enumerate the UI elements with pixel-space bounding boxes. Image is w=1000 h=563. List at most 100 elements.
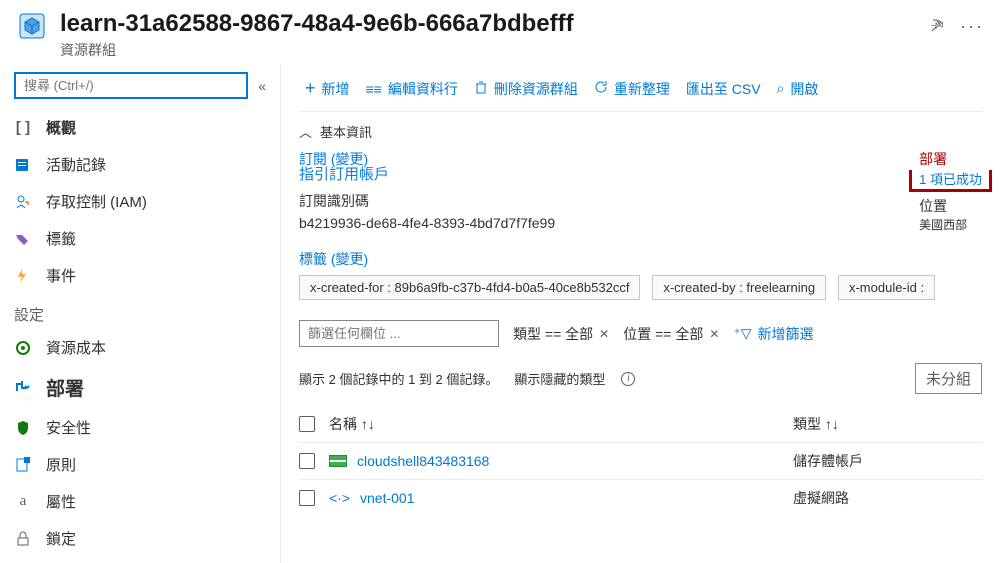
add-filter-button[interactable]: ⁺▽新增篩選 [733,324,813,344]
highlight-underline [909,189,992,192]
filter-bar: 類型 == 全部✕ 位置 == 全部✕ ⁺▽新增篩選 [299,306,982,355]
highlight-left [909,170,912,192]
tag-pill[interactable]: x-created-by : freelearning [652,275,826,300]
deployments-icon [14,379,32,397]
highlight-right [989,170,992,192]
sidebar: « [ ] 概觀 活動記錄 存取控制 (IAM) 標籤 事件 設定 資源成本 [0,64,281,563]
chevron-up-icon: ︿ [299,122,312,141]
sidebar-item-cost[interactable]: 資源成本 [0,329,280,366]
resources-table: 名稱 ↑↓ 類型 ↑↓ cloudshell843483168 儲存體帳戶 <·… [299,402,982,516]
tags-edit-link[interactable]: 標籤 (變更) [299,249,368,269]
table-row[interactable]: <·> vnet-001 虛擬網路 [299,479,982,516]
select-all-checkbox[interactable] [299,416,315,432]
plus-icon: + [305,78,316,99]
records-summary: 顯示 2 個記錄中的 1 到 2 個記錄。 [299,369,498,388]
location-filter[interactable]: 位置 == 全部✕ [623,324,719,344]
delete-button[interactable]: 刪除資源群組 [468,75,584,103]
sidebar-item-label: 安全性 [46,417,91,438]
deployments-link[interactable]: 1 項已成功 [919,169,982,188]
collapse-sidebar-icon[interactable]: « [258,78,266,94]
subscription-label: 訂閱 (變更) 指引訂用帳戶 [299,149,555,169]
storage-account-icon [329,455,347,467]
col-type[interactable]: 類型 ↑↓ [793,414,982,434]
export-csv-button[interactable]: 匯出至 CSV [680,75,767,103]
command-bar: +新增 ≡≡編輯資料行 刪除資源群組 重新整理 匯出至 CSV ⌕開啟 [299,64,982,112]
filter-input[interactable] [299,320,499,347]
activity-log-icon [14,156,32,174]
row-checkbox[interactable] [299,490,315,506]
subscription-link[interactable]: 指引訂用帳戶 [299,163,389,184]
sidebar-item-tags[interactable]: 標籤 [0,220,280,257]
vnet-icon: <·> [329,490,350,506]
edit-columns-button[interactable]: ≡≡編輯資料行 [360,75,464,103]
tag-pill[interactable]: x-module-id : [838,275,935,300]
refresh-button[interactable]: 重新整理 [588,75,676,103]
lock-icon [14,530,32,548]
type-filter[interactable]: 類型 == 全部✕ [513,324,609,344]
sidebar-item-label: 標籤 [46,228,76,249]
clear-icon[interactable]: ✕ [709,327,719,341]
columns-icon: ≡≡ [366,81,382,97]
resource-type: 儲存體帳戶 [793,451,982,471]
location-label: 位置 [919,196,982,216]
records-summary-row: 顯示 2 個記錄中的 1 到 2 個記錄。 顯示隱藏的類型 i 未分組 [299,355,982,402]
open-query-button[interactable]: ⌕開啟 [771,75,825,103]
sidebar-item-locks[interactable]: 鎖定 [0,520,280,557]
add-filter-icon: ⁺▽ [733,325,751,342]
tag-icon [14,230,32,248]
essentials-panel: 訂閱 (變更) 指引訂用帳戶 訂閱識別碼 b4219936-de68-4fe4-… [299,147,982,243]
sidebar-item-policies[interactable]: 原則 [0,446,280,483]
tags-section: 標籤 (變更) x-created-for : 89b6a9fb-c37b-4f… [299,243,982,306]
events-icon [14,267,32,285]
sidebar-item-label: 資源成本 [46,337,106,358]
essentials-toggle[interactable]: ︿ 基本資訊 [299,112,982,147]
row-checkbox[interactable] [299,453,315,469]
sidebar-item-deployments[interactable]: 部署 [0,366,280,409]
table-header: 名稱 ↑↓ 類型 ↑↓ [299,406,982,442]
cost-icon [14,339,32,357]
resource-group-icon [16,10,48,42]
table-row[interactable]: cloudshell843483168 儲存體帳戶 [299,442,982,479]
sidebar-item-label: 原則 [46,454,76,475]
sidebar-item-events[interactable]: 事件 [0,257,280,294]
resource-type: 虛擬網路 [793,488,982,508]
sidebar-item-security[interactable]: 安全性 [0,409,280,446]
more-icon[interactable]: ··· [960,16,984,37]
overview-icon: [ ] [14,119,32,137]
sidebar-item-iam[interactable]: 存取控制 (IAM) [0,183,280,220]
shield-icon [14,419,32,437]
deployments-label: 部署 [919,149,982,169]
sidebar-item-label: 屬性 [46,491,76,512]
sidebar-item-label: 概觀 [46,117,76,138]
properties-icon: a [14,493,32,511]
trash-icon [474,80,488,97]
policy-icon [14,456,32,474]
sidebar-item-label: 活動記錄 [46,154,106,175]
pin-icon[interactable] [930,17,946,36]
open-icon: ⌕ [777,80,785,97]
main-content: +新增 ≡≡編輯資料行 刪除資源群組 重新整理 匯出至 CSV ⌕開啟 ︿ 基本… [281,64,1000,563]
sidebar-section-settings: 設定 [0,294,280,329]
sidebar-item-label: 存取控制 (IAM) [46,191,147,212]
page-subtitle: 資源群組 [60,40,918,60]
search-input[interactable] [14,72,248,99]
iam-icon [14,193,32,211]
resource-link[interactable]: vnet-001 [360,490,414,506]
resource-link[interactable]: cloudshell843483168 [357,453,489,469]
sidebar-item-label: 鎖定 [46,528,76,549]
add-button[interactable]: +新增 [299,74,356,103]
page-header: learn-31a62588-9867-48a4-9e6b-666a7bdbef… [0,0,1000,64]
subscription-id-label: 訂閱識別碼 [299,191,555,211]
sidebar-item-activity-log[interactable]: 活動記錄 [0,146,280,183]
col-name[interactable]: 名稱 ↑↓ [329,414,779,434]
group-by-select[interactable]: 未分組 [915,363,982,394]
clear-icon[interactable]: ✕ [599,327,609,341]
info-icon[interactable]: i [621,372,635,386]
sidebar-item-overview[interactable]: [ ] 概觀 [0,109,280,146]
show-hidden-link[interactable]: 顯示隱藏的類型 [514,369,605,388]
sidebar-item-label: 部署 [46,374,84,401]
location-value: 美國西部 [919,216,982,233]
tag-pill[interactable]: x-created-for : 89b6a9fb-c37b-4fd4-b0a5-… [299,275,640,300]
sidebar-item-properties[interactable]: a 屬性 [0,483,280,520]
subscription-id-value: b4219936-de68-4fe4-8393-4bd7d7f7fe99 [299,215,555,231]
